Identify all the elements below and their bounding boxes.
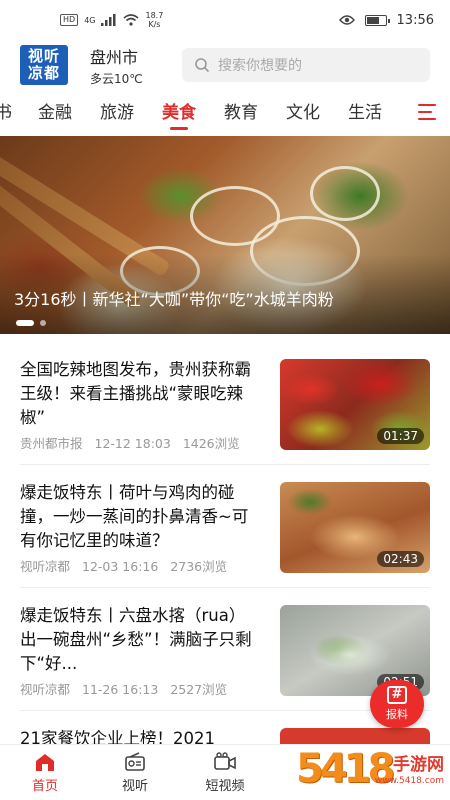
tab-home-label: 首页	[31, 778, 58, 794]
channel-list: 书金融旅游美食教育文化生活健	[0, 94, 410, 132]
search-placeholder: 搜索你想要的	[218, 58, 302, 74]
channel-tab[interactable]: 旅游	[100, 94, 134, 132]
video-camera-icon	[214, 751, 236, 770]
news-title: 爆走饭特东丨六盘水揢（rua）出一碗盘州“乡愁”！满脑子只剩下“好...	[20, 606, 252, 673]
news-meta: 贵州都市报 12-12 18:03 1426浏览	[20, 433, 248, 452]
net-speed-unit: K/s	[148, 20, 161, 29]
channel-tab[interactable]: 金融	[38, 94, 72, 132]
news-views: 2527浏览	[170, 682, 228, 697]
channel-tab[interactable]: 书	[0, 94, 12, 132]
signal-icon	[101, 14, 116, 26]
news-thumbnail[interactable]: 02:43	[280, 482, 430, 573]
watermark-text: 手游网	[393, 755, 444, 775]
status-bar: HD 4G 18.7 K/s 13:56	[0, 0, 450, 40]
app-screen: HD 4G 18.7 K/s 13:56 视听 凉都 盘州市 多云10℃ 搜索你…	[0, 0, 450, 800]
news-title: 全国吃辣地图发布，贵州获称霸王级！来看主播挑战“蒙眼吃辣椒”	[20, 360, 251, 427]
news-title: 爆走饭特东丨荷叶与鸡肉的碰撞，一炒一蒸间的扑鼻清香~可有你记忆里的味道？	[20, 483, 249, 550]
news-time: 12-03 16:16	[82, 559, 159, 574]
news-source: 视听凉都	[20, 682, 71, 697]
site-watermark: 5418 手游网 www.5418.com	[296, 742, 446, 798]
wifi-icon	[123, 14, 140, 26]
home-icon	[36, 753, 54, 771]
eye-icon	[338, 15, 355, 25]
carousel-dots	[16, 320, 46, 326]
channel-menu-icon[interactable]	[418, 104, 436, 120]
search-icon	[195, 58, 210, 73]
tab-audio-video[interactable]: 视听	[90, 745, 180, 800]
news-item[interactable]: 全国吃辣地图发布，贵州获称霸王级！来看主播挑战“蒙眼吃辣椒” 贵州都市报 12-…	[20, 342, 430, 465]
net-speed: 18.7 K/s	[145, 11, 163, 29]
tab-short-video-label: 短视频	[205, 778, 245, 794]
battery-icon	[364, 14, 390, 26]
carousel-dot-active[interactable]	[16, 320, 34, 326]
news-item[interactable]: 爆走饭特东丨荷叶与鸡肉的碰撞，一炒一蒸间的扑鼻清香~可有你记忆里的味道？ 视听凉…	[20, 465, 430, 588]
news-thumbnail[interactable]: 01:37	[280, 359, 430, 450]
tab-home[interactable]: 首页	[0, 745, 90, 800]
city-name: 盘州市	[90, 47, 139, 67]
banner-caption: 3分16秒丨新华社“大咖”带你“吃”水城羊肉粉	[14, 290, 334, 309]
news-views: 1426浏览	[182, 436, 240, 451]
report-button[interactable]: # 报料	[368, 680, 426, 730]
channel-tab[interactable]: 教育	[224, 94, 258, 132]
report-button-body[interactable]: # 报料	[370, 680, 424, 728]
tab-audio-video-label: 视听	[121, 778, 148, 794]
channel-tab[interactable]: 生活	[348, 94, 382, 132]
channel-tab[interactable]: 美食	[162, 94, 196, 132]
video-duration: 01:37	[377, 428, 424, 444]
news-time: 11-26 16:13	[82, 682, 159, 697]
news-source: 视听凉都	[20, 559, 71, 574]
news-source: 贵州都市报	[20, 436, 83, 451]
signal-label: 4G	[84, 15, 96, 25]
banner-image-noodle	[310, 166, 380, 221]
radio-icon	[125, 751, 145, 771]
city-weather[interactable]: 盘州市 多云10℃	[90, 44, 143, 87]
video-duration: 02:43	[377, 551, 424, 567]
weather-text: 多云10℃	[90, 71, 143, 86]
search-input[interactable]: 搜索你想要的	[182, 48, 430, 82]
news-views: 2736浏览	[170, 559, 228, 574]
news-meta: 视听凉都 12-03 16:16 2736浏览	[20, 556, 235, 575]
watermark-url: www.5418.com	[374, 776, 444, 786]
carousel-dot[interactable]	[40, 320, 46, 326]
hd-badge: HD	[60, 14, 79, 26]
channel-tab[interactable]: 文化	[286, 94, 320, 132]
channel-tabs: 书金融旅游美食教育文化生活健	[0, 94, 450, 132]
featured-banner[interactable]: 3分16秒丨新华社“大咖”带你“吃”水城羊肉粉	[0, 136, 450, 334]
report-label: 报料	[386, 708, 408, 721]
news-meta: 视听凉都 11-26 16:13 2527浏览	[20, 679, 235, 698]
net-speed-value: 18.7	[145, 11, 164, 20]
report-icon: #	[387, 686, 407, 704]
tab-short-video[interactable]: 短视频	[180, 745, 270, 800]
app-header: 视听 凉都 盘州市 多云10℃ 搜索你想要的	[0, 40, 450, 90]
app-logo[interactable]: 视听 凉都	[20, 45, 68, 85]
news-time: 12-12 18:03	[94, 436, 171, 451]
logo-line-2: 凉都	[27, 64, 60, 82]
clock: 13:56	[396, 12, 434, 28]
logo-line-1: 视听	[27, 47, 60, 65]
